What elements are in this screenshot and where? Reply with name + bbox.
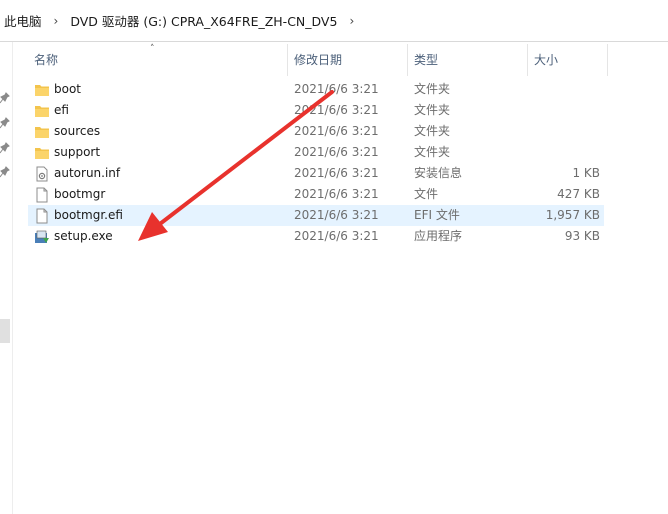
pin-icon[interactable] (0, 142, 10, 154)
file-row[interactable]: bootmgr.efi 2021/6/6 3:21 EFI 文件 1,957 KB (28, 205, 604, 226)
pin-icon[interactable] (0, 166, 10, 178)
file-name: setup.exe (54, 229, 113, 243)
file-type: 文件夹 (414, 145, 451, 159)
file-type: 应用程序 (414, 229, 463, 243)
column-header-row: ˄ 名称 修改日期 类型 大小 (28, 42, 608, 76)
column-header-name[interactable]: 名称 (28, 42, 288, 76)
navigation-pane[interactable] (0, 42, 13, 514)
chevron-right-icon[interactable]: › (54, 14, 59, 28)
file-date: 2021/6/6 3:21 (294, 103, 379, 117)
blank-file-icon (34, 187, 50, 203)
file-type: 文件夹 (414, 103, 451, 117)
file-name: bootmgr.efi (54, 208, 123, 222)
folder-icon (34, 82, 50, 98)
file-row[interactable]: boot 2021/6/6 3:21 文件夹 (28, 79, 604, 100)
file-row[interactable]: bootmgr 2021/6/6 3:21 文件 427 KB (28, 184, 604, 205)
file-date: 2021/6/6 3:21 (294, 208, 379, 222)
file-size: 93 KB (564, 229, 600, 243)
file-list[interactable]: boot 2021/6/6 3:21 文件夹 efi 2021/6/6 3:21 文件夹 s… (28, 79, 604, 247)
file-date: 2021/6/6 3:21 (294, 124, 379, 138)
folder-icon (34, 103, 50, 119)
file-type: EFI 文件 (414, 208, 460, 222)
column-header-name-label: 名称 (34, 53, 59, 67)
column-header-type[interactable]: 类型 (408, 42, 528, 76)
file-row[interactable]: setup.exe 2021/6/6 3:21 应用程序 93 KB (28, 226, 604, 247)
file-type: 安装信息 (414, 166, 463, 180)
file-type: 文件夹 (414, 124, 451, 138)
file-row[interactable]: support 2021/6/6 3:21 文件夹 (28, 142, 604, 163)
file-row[interactable]: efi 2021/6/6 3:21 文件夹 (28, 100, 604, 121)
file-name: sources (54, 124, 101, 138)
scrollbar-thumb[interactable] (0, 319, 10, 343)
file-type: 文件 (414, 187, 439, 201)
breadcrumb-item-this-pc[interactable]: 此电脑 (4, 11, 42, 30)
pin-icon[interactable] (0, 117, 10, 129)
breadcrumb-item-dvd-drive[interactable]: DVD 驱动器 (G:) CPRA_X64FRE_ZH-CN_DV5 (70, 11, 337, 30)
file-date: 2021/6/6 3:21 (294, 166, 379, 180)
column-header-type-label: 类型 (414, 53, 439, 67)
pin-icon[interactable] (0, 92, 10, 104)
file-name: autorun.inf (54, 166, 121, 180)
file-name: efi (54, 103, 69, 117)
column-header-size-label: 大小 (534, 53, 559, 67)
column-header-date-label: 修改日期 (294, 53, 343, 67)
file-name: bootmgr (54, 187, 106, 201)
file-date: 2021/6/6 3:21 (294, 145, 379, 159)
file-size: 427 KB (557, 187, 600, 201)
file-name: boot (54, 82, 82, 96)
chevron-right-icon[interactable]: › (349, 14, 354, 28)
column-header-size[interactable]: 大小 (528, 42, 608, 76)
file-type: 文件夹 (414, 82, 451, 96)
file-date: 2021/6/6 3:21 (294, 82, 379, 96)
setup-exe-icon (34, 229, 50, 245)
blank-file-icon (34, 208, 50, 224)
file-name: support (54, 145, 101, 159)
folder-icon (34, 124, 50, 140)
file-row[interactable]: autorun.inf 2021/6/6 3:21 安装信息 1 KB (28, 163, 604, 184)
red-arrow-annotation (138, 90, 334, 241)
column-header-date[interactable]: 修改日期 (288, 42, 408, 76)
file-size: 1 KB (572, 166, 600, 180)
file-date: 2021/6/6 3:21 (294, 229, 379, 243)
file-date: 2021/6/6 3:21 (294, 187, 379, 201)
file-row[interactable]: sources 2021/6/6 3:21 文件夹 (28, 121, 604, 142)
file-size: 1,957 KB (545, 208, 600, 222)
column-divider[interactable] (607, 44, 608, 76)
breadcrumb[interactable]: 此电脑 › DVD 驱动器 (G:) CPRA_X64FRE_ZH-CN_DV5… (0, 0, 668, 42)
setup-info-file-icon (34, 166, 50, 182)
folder-icon (34, 145, 50, 161)
